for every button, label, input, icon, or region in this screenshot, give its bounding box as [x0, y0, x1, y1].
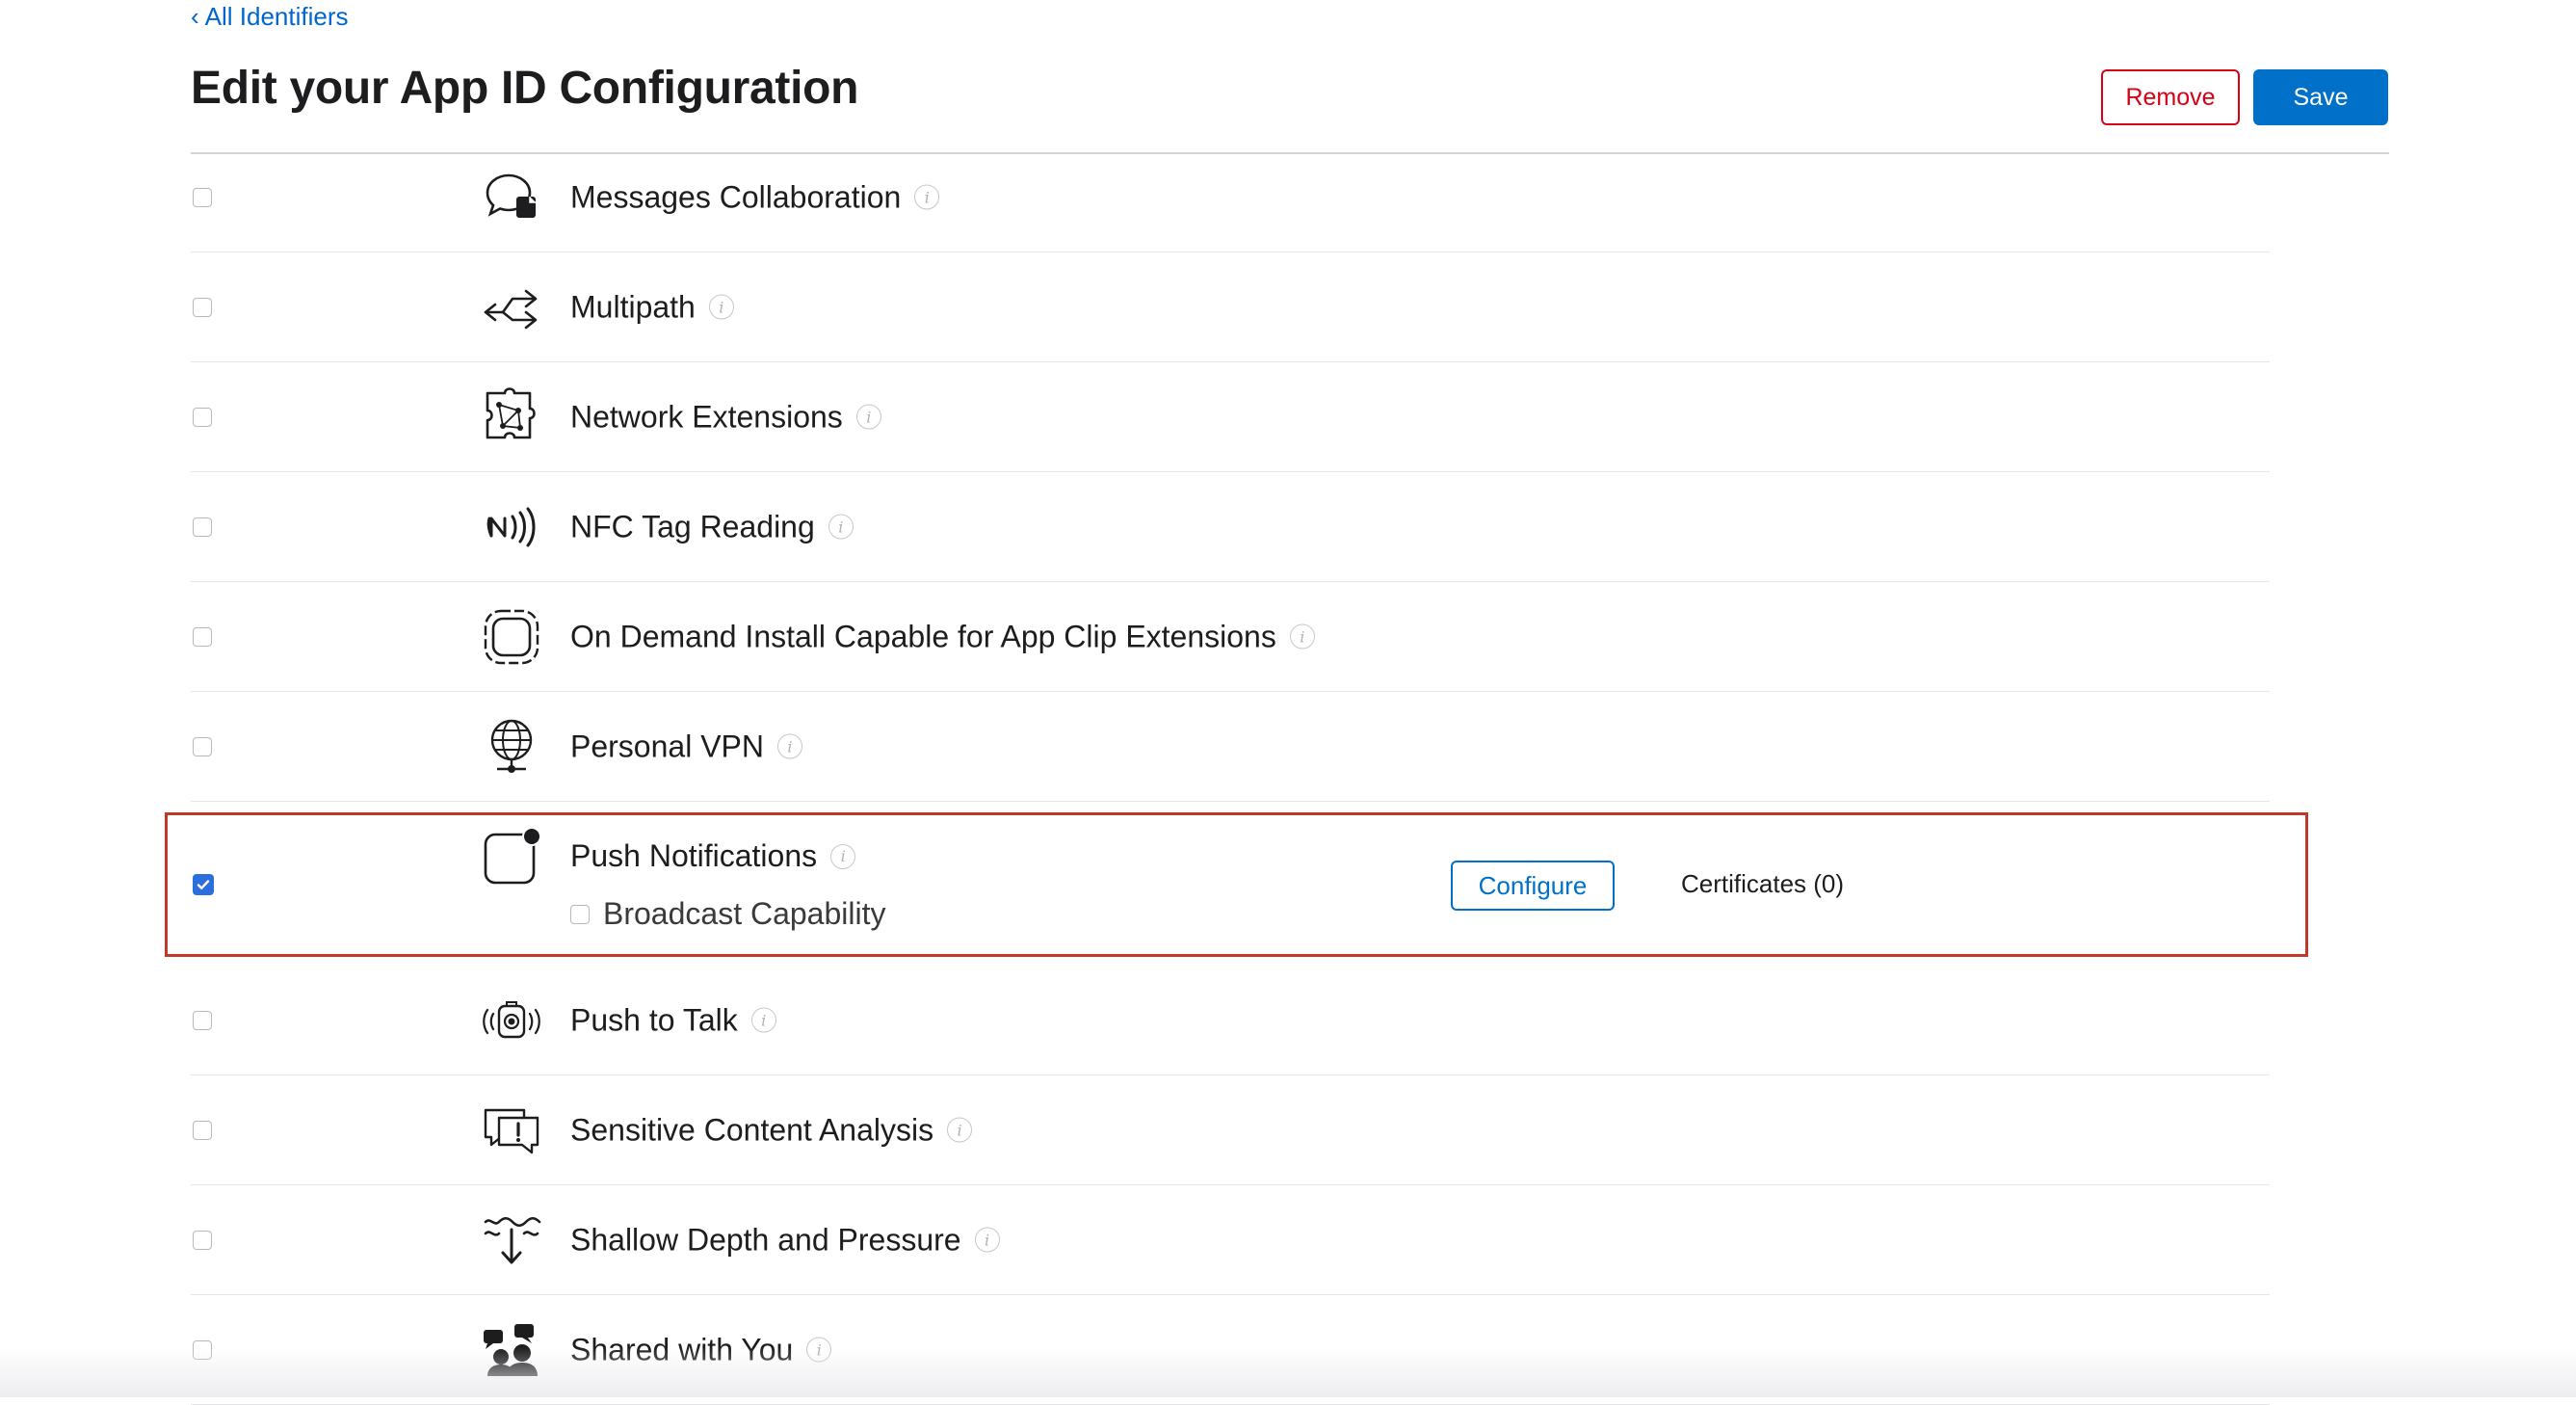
configure-button[interactable]: Configure [1451, 861, 1615, 911]
info-icon[interactable]: i [708, 294, 734, 320]
push-notification-icon [480, 825, 543, 888]
capability-checkbox[interactable] [193, 187, 212, 207]
globe-vpn-icon [480, 715, 543, 779]
info-icon[interactable]: i [914, 184, 940, 210]
capability-checkbox[interactable] [193, 407, 212, 427]
capability-row-on-demand-install: On Demand Install Capable for App Clip E… [191, 582, 2270, 692]
capability-row-shallow-depth-pressure: Shallow Depth and Pressure i [191, 1185, 2270, 1295]
push-to-talk-icon [480, 989, 543, 1052]
capability-checkbox[interactable] [193, 626, 212, 647]
broadcast-capability-label: Broadcast Capability [603, 896, 886, 931]
capability-checkbox[interactable] [193, 517, 212, 537]
multipath-icon [480, 276, 543, 339]
checkmark-icon [197, 880, 210, 889]
info-icon[interactable]: i [947, 1117, 973, 1143]
app-clip-icon [480, 605, 543, 669]
certificates-count: Certificates (0) [1681, 869, 1845, 898]
broadcast-capability-option: Broadcast Capability [570, 896, 885, 932]
capability-label: Sensitive Content Analysis [570, 1112, 934, 1147]
nfc-icon [480, 495, 543, 559]
capability-label: Network Extensions [570, 399, 843, 434]
sensitive-content-icon [480, 1099, 543, 1162]
capability-label: On Demand Install Capable for App Clip E… [570, 619, 1276, 653]
capability-label: Push Notifications [570, 838, 818, 873]
capability-checkbox[interactable] [193, 736, 212, 756]
back-link-label: All Identifiers [204, 2, 349, 31]
back-link-all-identifiers[interactable]: ‹ All Identifiers [191, 0, 349, 33]
capability-row-multipath: Multipath i [191, 252, 2270, 362]
broadcast-capability-checkbox[interactable] [570, 904, 590, 924]
capability-row-messages-collaboration: Messages Collaboration i [191, 143, 2270, 252]
capability-checkbox[interactable] [193, 1230, 212, 1250]
capability-row-push-notifications: Push Notifications i Broadcast Capabilit… [191, 815, 2270, 954]
info-icon[interactable]: i [776, 733, 802, 759]
remove-button[interactable]: Remove [2101, 69, 2240, 125]
capability-checkbox[interactable] [193, 1010, 212, 1030]
info-icon[interactable]: i [830, 843, 856, 869]
capability-label: Multipath [570, 289, 696, 324]
capability-checkbox[interactable] [193, 297, 212, 317]
info-icon[interactable]: i [750, 1007, 776, 1033]
capability-row-push-to-talk: Push to Talk i [191, 966, 2270, 1075]
page-title: Edit your App ID Configuration [191, 63, 859, 114]
network-extensions-icon [480, 385, 543, 449]
info-icon[interactable]: i [828, 514, 854, 540]
capability-label: NFC Tag Reading [570, 509, 815, 543]
depth-pressure-icon [480, 1208, 543, 1272]
capability-checkbox-checked[interactable] [193, 874, 214, 895]
chevron-left-icon: ‹ [191, 2, 199, 31]
capability-label: Push to Talk [570, 1002, 738, 1037]
capability-row-personal-vpn: Personal VPN i [191, 692, 2270, 802]
capability-label: Shallow Depth and Pressure [570, 1222, 961, 1257]
capability-label: Messages Collaboration [570, 179, 902, 214]
capability-label: Personal VPN [570, 729, 764, 763]
capability-row-network-extensions: Network Extensions i [191, 362, 2270, 472]
save-button[interactable]: Save [2253, 69, 2388, 125]
capability-row-nfc-tag-reading: NFC Tag Reading i [191, 472, 2270, 582]
messages-collaboration-icon [480, 166, 543, 229]
info-icon[interactable]: i [974, 1227, 1000, 1253]
info-icon[interactable]: i [855, 404, 881, 430]
capability-checkbox[interactable] [193, 1120, 212, 1140]
capability-row-sensitive-content-analysis: Sensitive Content Analysis i [191, 1075, 2270, 1185]
info-icon[interactable]: i [1289, 623, 1315, 649]
bottom-fade [0, 1347, 2576, 1397]
